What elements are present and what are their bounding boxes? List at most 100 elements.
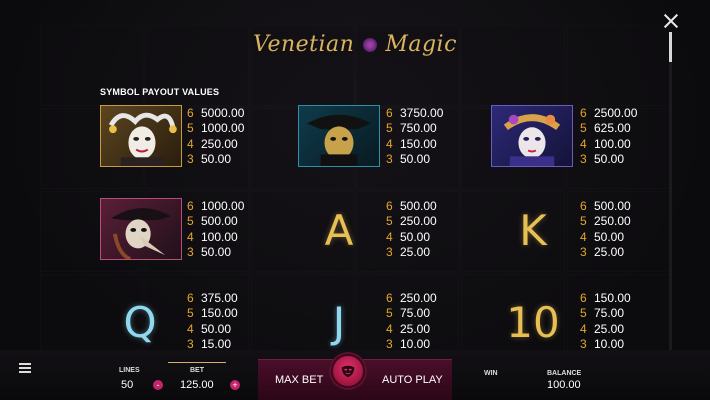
payout-row: 4 50.00	[386, 230, 437, 245]
payout-value: 250.00	[201, 136, 238, 151]
symbol-count: 5	[386, 121, 393, 136]
symbol-count: 4	[580, 136, 587, 151]
paytable-plague-doctor: 6 1000.00 5 500.00 4 100.00 3 50.00	[187, 199, 244, 260]
symbol-count: 6	[580, 106, 587, 120]
symbol-count: 4	[386, 136, 393, 151]
payout-value: 375.00	[201, 291, 238, 305]
payout-row: 3 50.00	[187, 245, 244, 260]
payout-row: 5 625.00	[580, 121, 637, 136]
symbol-count: 4	[187, 321, 194, 336]
payout-value: 75.00	[400, 306, 431, 321]
section-title: SYMBOL PAYOUT VALUES	[100, 87, 220, 97]
payout-value: 5000.00	[201, 106, 245, 120]
symbol-count: 3	[386, 244, 393, 259]
close-button[interactable]	[662, 12, 680, 30]
scroll-thumb[interactable]	[669, 32, 672, 62]
payout-value: 1000.00	[201, 199, 245, 213]
payout-value: 50.00	[201, 244, 232, 259]
paytable-ace: 6 500.00 5 250.00 4 50.00 3 25.00	[386, 199, 437, 260]
symbol-count: 6	[386, 291, 393, 305]
paytable-king: 6 500.00 5 250.00 4 50.00 3 25.00	[580, 199, 631, 260]
symbol-count: 3	[386, 151, 393, 166]
queen-symbol: Q	[123, 297, 157, 347]
payout-value: 50.00	[594, 151, 625, 166]
menu-icon[interactable]	[19, 363, 31, 373]
payout-value: 500.00	[201, 214, 238, 229]
payout-value: 50.00	[201, 321, 232, 336]
payout-value: 250.00	[594, 214, 631, 229]
payout-value: 500.00	[400, 199, 437, 213]
symbol-count: 5	[187, 121, 194, 136]
symbol-count: 4	[386, 229, 393, 244]
payout-row: 3 25.00	[386, 245, 437, 260]
symbol-count: 3	[187, 244, 194, 259]
symbol-count: 5	[580, 306, 587, 321]
payout-value: 2500.00	[594, 106, 638, 120]
payout-value: 25.00	[400, 244, 431, 259]
win-label: WIN	[484, 370, 498, 377]
auto-play-button[interactable]: AUTO PLAY	[382, 374, 443, 386]
bet-indicator	[168, 362, 226, 363]
game-logo: Venetian Magic	[0, 32, 710, 57]
bet-decrease-button[interactable]: -	[153, 380, 163, 390]
payout-row: 6 150.00	[580, 291, 631, 306]
scrollbar[interactable]	[669, 32, 672, 352]
bet-label: BET	[190, 367, 204, 374]
symbol-count: 4	[386, 321, 393, 336]
symbol-count: 6	[187, 291, 194, 305]
symbol-count: 6	[386, 106, 393, 120]
payout-value: 25.00	[400, 321, 431, 336]
payout-value: 150.00	[201, 306, 238, 321]
paytable-lady: 6 2500.00 5 625.00 4 100.00 3 50.00	[580, 106, 637, 167]
payout-row: 6 5000.00	[187, 106, 244, 121]
symbol-count: 5	[386, 214, 393, 229]
bet-increase-button[interactable]: +	[230, 380, 240, 390]
payout-row: 5 75.00	[580, 306, 631, 321]
symbol-count: 6	[187, 106, 194, 120]
logo-part2: Magic	[385, 32, 457, 57]
symbol-count: 5	[580, 214, 587, 229]
payout-row: 6 375.00	[187, 291, 238, 306]
paytable-tricorn: 6 3750.00 5 750.00 4 150.00 3 50.00	[386, 106, 443, 167]
tricorn-mask-icon	[298, 105, 380, 167]
payout-row: 5 750.00	[386, 121, 443, 136]
payout-row: 4 50.00	[580, 230, 631, 245]
payout-row: 5 1000.00	[187, 121, 244, 136]
plague-doctor-mask-icon	[100, 198, 182, 260]
payout-value: 100.00	[201, 229, 238, 244]
ten-symbol: 10	[506, 297, 560, 347]
symbol-count: 4	[187, 229, 194, 244]
symbol-count: 3	[187, 151, 194, 166]
jester-mask-icon	[100, 105, 182, 167]
payout-row: 6 500.00	[386, 199, 437, 214]
symbol-count: 6	[580, 291, 587, 305]
payout-value: 50.00	[594, 229, 625, 244]
symbol-count: 4	[580, 321, 587, 336]
payout-value: 150.00	[400, 136, 437, 151]
payout-row: 4 100.00	[580, 137, 637, 152]
payout-row: 3 50.00	[386, 152, 443, 167]
mask-icon	[341, 365, 355, 378]
payout-row: 3 50.00	[187, 152, 244, 167]
symbol-count: 6	[187, 199, 194, 213]
payout-value: 50.00	[400, 151, 431, 166]
payout-value: 500.00	[594, 199, 631, 213]
payout-value: 25.00	[594, 244, 625, 259]
payout-row: 5 250.00	[580, 214, 631, 229]
paytable-ten: 6 150.00 5 75.00 4 25.00 3 10.00	[580, 291, 631, 352]
logo-part1: Venetian	[253, 32, 355, 57]
king-symbol: K	[519, 205, 547, 255]
symbol-count: 6	[580, 199, 587, 213]
payout-row: 4 25.00	[580, 322, 631, 337]
payout-value: 50.00	[400, 229, 431, 244]
payout-value: 3750.00	[400, 106, 444, 120]
spin-button[interactable]	[331, 354, 365, 388]
payout-row: 4 100.00	[187, 230, 244, 245]
payout-value: 1000.00	[201, 121, 245, 136]
max-bet-button[interactable]: MAX BET	[275, 374, 323, 386]
symbol-count: 5	[187, 214, 194, 229]
balance-value: 100.00	[547, 379, 581, 391]
payout-value: 625.00	[594, 121, 631, 136]
payout-value: 50.00	[201, 151, 232, 166]
payout-row: 4 150.00	[386, 137, 443, 152]
